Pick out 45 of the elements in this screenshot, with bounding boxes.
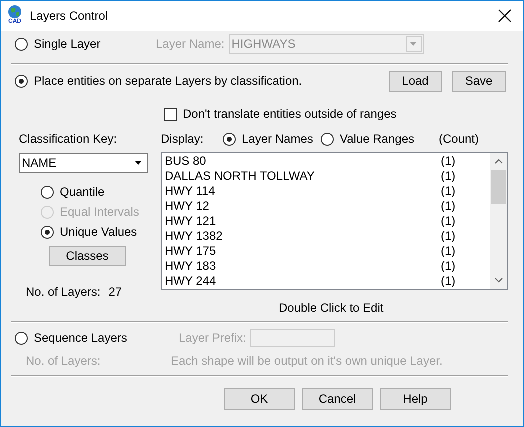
classification-label: Place entities on separate Layers by classification.	[34, 73, 302, 90]
count-header: (Count)	[439, 131, 480, 148]
layer-name-item[interactable]: HWY 1382	[165, 229, 441, 244]
classes-button[interactable]: Classes	[49, 246, 126, 266]
checkbox-label: Don't translate entities outside of ranges	[183, 106, 397, 123]
display-option-label: Layer Names	[242, 131, 314, 148]
window-title: Layers Control	[30, 8, 108, 25]
load-button[interactable]: Load	[389, 70, 442, 92]
classification-key-dropdown[interactable]: NAME	[19, 153, 148, 173]
layer-name-item[interactable]: HWY 121	[165, 214, 441, 229]
layer-count-item: (1)	[441, 259, 456, 274]
method-label: Equal Intervals	[60, 204, 140, 221]
layer-name-item[interactable]: HWY 12	[165, 199, 441, 214]
display-option-label: Value Ranges	[340, 131, 414, 148]
save-button[interactable]: Save	[452, 70, 506, 92]
layer-name-item[interactable]: HWY 114	[165, 184, 441, 199]
layer-count-item: (1)	[441, 154, 456, 169]
classification-key-label: Classification Key:	[18, 131, 118, 148]
layer-count-item: (1)	[441, 274, 456, 289]
layer-count-value: 27	[108, 284, 122, 301]
help-button[interactable]: Help	[380, 388, 451, 410]
layer-count-item: (1)	[441, 244, 456, 259]
cancel-button[interactable]: Cancel	[302, 388, 373, 410]
ok-button[interactable]: OK	[224, 388, 295, 410]
sequence-layers-label: Sequence Layers	[34, 330, 128, 347]
layer-count-item: (1)	[441, 199, 456, 214]
layer-count-item: (1)	[441, 184, 456, 199]
layer-prefix-label: Layer Prefix:	[179, 330, 248, 347]
layer-name-item[interactable]: HWY 244	[165, 274, 441, 289]
layer-name-item[interactable]: HWY 175	[165, 244, 441, 259]
layer-name-item[interactable]: HWY 183	[165, 259, 441, 274]
layer-name-item[interactable]: DALLAS NORTH TOLLWAY	[165, 169, 441, 184]
method-label: Unique Values	[60, 224, 138, 241]
layer-name-item[interactable]: BUS 80	[165, 154, 441, 169]
sequence-count-label: No. of Layers:	[26, 353, 102, 370]
edit-hint: Double Click to Edit	[279, 300, 384, 313]
layer-count-label: No. of Layers:	[26, 284, 101, 301]
layer-count-item: (1)	[441, 214, 456, 229]
display-label: Display:	[161, 131, 205, 148]
sequence-note: Each shape will be output on it's own unique Layer.	[171, 353, 443, 370]
layer-name-label: Layer Name:	[156, 36, 226, 53]
layer-count-item: (1)	[441, 169, 456, 184]
method-label: Quantile	[60, 184, 105, 201]
layer-count-item: (1)	[441, 229, 456, 244]
single-layer-label: Single Layer	[34, 36, 101, 53]
